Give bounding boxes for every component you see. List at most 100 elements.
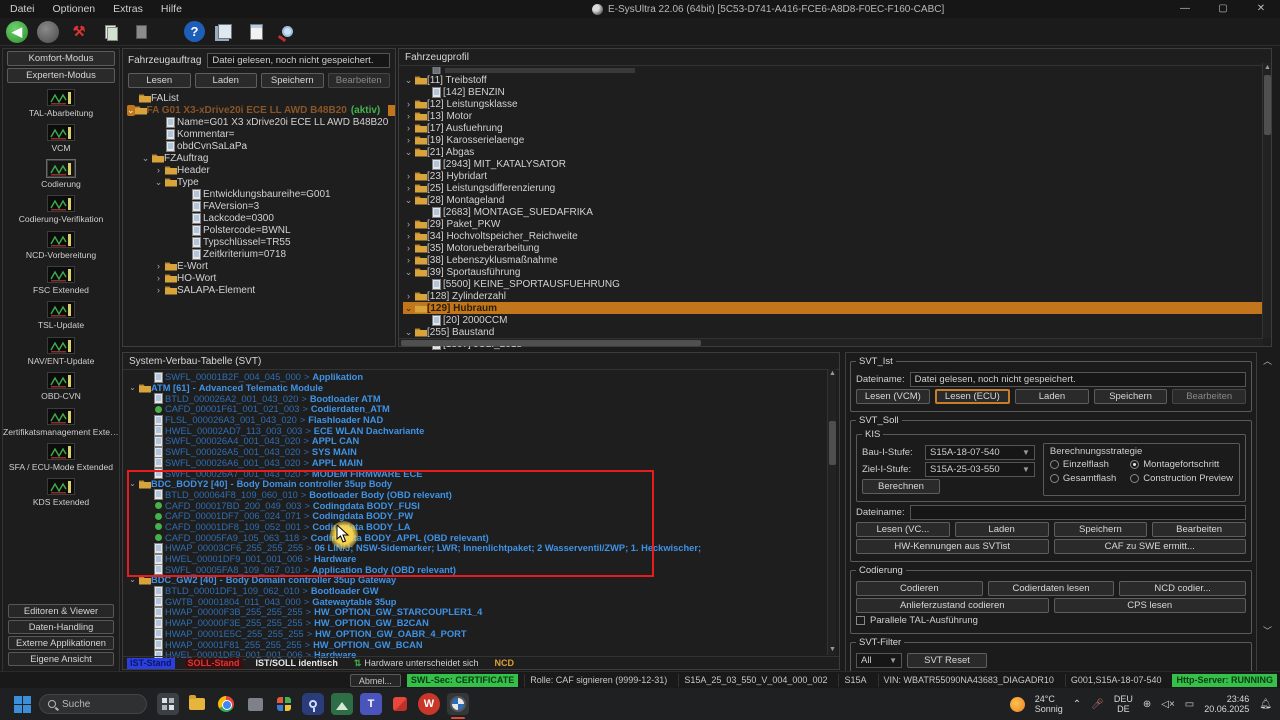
svt-row[interactable]: HWAP_00000F3B_255_255_255>HW_OPTION_GW_S…	[127, 607, 839, 618]
svt-row[interactable]: ⌄BDC_BODY2 [40]-Body Domain controller 3…	[127, 479, 839, 490]
scroll-up-icon[interactable]: ▲	[828, 369, 837, 379]
taskbar-red-w-app[interactable]: W	[418, 693, 440, 715]
svt-row[interactable]: ⌄ATM [61]-Advanced Telematic Module	[127, 383, 839, 394]
fa-tree-row[interactable]: ›SALAPA-Element	[127, 284, 395, 296]
fa-tree-row[interactable]: obdCvnSaLaPa	[127, 140, 395, 152]
profile-tree-row[interactable]	[403, 67, 1271, 74]
fa-tree-row[interactable]: Lackcode=0300	[127, 212, 395, 224]
svt-row[interactable]: HWAP_00001F81_255_255_255>HW_OPTION_GW_B…	[127, 639, 839, 650]
svt-row[interactable]: SWFL_000026A5_001_043_020>SYS MAIN	[127, 447, 839, 458]
radio-gesamtflash[interactable]: Gesamtflash	[1050, 473, 1116, 484]
collapse-icon[interactable]: ⌄	[403, 327, 414, 337]
svt-ist-dateiname-field[interactable]: Datei gelesen, noch nicht gespeichert.	[910, 372, 1246, 387]
sidebar-item-ncd-vorbereitung[interactable]: NCD-Vorbereitung	[3, 231, 119, 266]
weather-widget[interactable]: 24°CSonnig	[1035, 694, 1063, 715]
ziel-i-stufe-select[interactable]: S15A-25-03-550▼	[925, 462, 1035, 477]
connection-icon[interactable]: ⚒	[68, 21, 90, 43]
taskbar-chrome[interactable]	[215, 693, 237, 715]
editor-icon[interactable]	[245, 21, 267, 43]
fa-tree-row[interactable]: FAList	[127, 92, 395, 104]
fa-tree-row[interactable]: ⌄FA G01 X3-xDrive20i ECE LL AWD B48B20(a…	[127, 104, 395, 116]
profile-tree-row[interactable]: ›[12] Leistungsklasse	[403, 98, 1271, 110]
mode-button-komfort-modus[interactable]: Komfort-Modus	[7, 51, 115, 66]
mode-button-experten-modus[interactable]: Experten-Modus	[7, 68, 115, 83]
expand-icon[interactable]: ›	[153, 273, 164, 283]
svt-row[interactable]: CAFD_00001DF8_109_052_001>Codingdata BOD…	[127, 522, 839, 533]
fa-tree-row[interactable]: ⌄Type	[127, 176, 395, 188]
collapse-icon[interactable]: ⌄	[403, 75, 414, 85]
profile-tree-row[interactable]: ›[34] Hochvoltspeicher_Reichweite	[403, 230, 1271, 242]
profile-tree-row[interactable]: ⌄[255] Baustand	[403, 326, 1271, 338]
help-icon[interactable]: ?	[184, 21, 205, 42]
profile-tree-row[interactable]: ⌄[28] Montageland	[403, 194, 1271, 206]
profile-tree-row[interactable]: [5500] KEINE_SPORTAUSFUEHRUNG	[403, 278, 1271, 290]
expand-icon[interactable]: ›	[403, 171, 414, 181]
start-button[interactable]	[14, 696, 31, 713]
fa-tree-row[interactable]: ›Header	[127, 164, 395, 176]
sidebar-item-obd-cvn[interactable]: OBD-CVN	[3, 372, 119, 407]
sidebar-item-tal-abarbeitung[interactable]: TAL-Abarbeitung	[3, 89, 119, 124]
taskbar-gray-app[interactable]	[244, 693, 266, 715]
collapse-icon[interactable]: ⌄	[153, 177, 164, 187]
profile-tree-row[interactable]: ⌄[21] Abgas	[403, 146, 1271, 158]
volume-muted-icon[interactable]: ◁×	[1161, 699, 1175, 710]
lesen-button[interactable]: Lesen	[128, 73, 191, 88]
laden-button[interactable]: Laden	[1015, 389, 1089, 404]
profile-tree-row[interactable]: ›[13] Motor	[403, 110, 1271, 122]
expand-icon[interactable]: ›	[403, 183, 414, 193]
expand-icon[interactable]: ›	[403, 243, 414, 253]
sidebar-item-vcm[interactable]: VCM	[3, 124, 119, 159]
cps-lesen-button[interactable]: CPS lesen	[1054, 598, 1247, 613]
profile-tree-row[interactable]: [142] BENZIN	[403, 86, 1271, 98]
collapse-icon[interactable]: ⌄	[127, 383, 138, 393]
svt-reset-button[interactable]: SVT Reset	[907, 653, 987, 668]
network-icon[interactable]: ⊕	[1143, 699, 1151, 710]
fa-tree-row[interactable]: Polstercode=BWNL	[127, 224, 395, 236]
svt-row[interactable]: SWFL_000026A6_001_043_020>APPL MAIN	[127, 458, 839, 469]
taskbar-grid-app[interactable]	[157, 693, 179, 715]
svt-row[interactable]: SWFL_00005FA8_109_067_010>Application Bo…	[127, 564, 839, 575]
profile-tree-row[interactable]: ⌄[11] Treibstoff	[403, 74, 1271, 86]
lesen-ecu--button[interactable]: Lesen (ECU)	[935, 389, 1011, 404]
fahrzeugauftrag-field[interactable]: Datei gelesen, noch nicht gespeichert.	[207, 53, 390, 68]
scroll-up-icon[interactable]: ▲	[1263, 63, 1272, 73]
profile-tree-row[interactable]: ⌄[39] Sportausführung	[403, 266, 1271, 278]
sidebar-item-kds-extended[interactable]: KDS Extended	[3, 478, 119, 513]
collapse-icon[interactable]: ⌄	[403, 267, 414, 277]
profile-tree-row[interactable]: ›[29] Paket_PKW	[403, 218, 1271, 230]
back-icon[interactable]: ◀	[6, 21, 28, 43]
svt-row[interactable]: HWEL_00001DF9_001_001_006>Hardware	[127, 554, 839, 565]
tray-expand-icon[interactable]: ⌃	[1073, 699, 1081, 710]
language-indicator[interactable]: DEUDE	[1114, 694, 1133, 715]
svt-vertical-scrollbar[interactable]: ▲ ▼	[827, 369, 836, 655]
profile-tree-row[interactable]: [2683] MONTAGE_SUEDAFRIKA	[403, 206, 1271, 218]
profile-tree-row[interactable]: [2943] MIT_KATALYSATOR	[403, 158, 1271, 170]
collapse-icon[interactable]: ⌄	[127, 105, 135, 116]
minimize-button[interactable]: —	[1166, 0, 1204, 18]
collapse-icon[interactable]: ⌄	[127, 575, 138, 585]
fa-tree-row[interactable]: Name=G01 X3 xDrive20i ECE LL AWD B48B20	[127, 116, 395, 128]
microphone-icon[interactable]: 🎤︎	[1091, 699, 1104, 710]
profile-tree-row[interactable]: ›[128] Zylinderzahl	[403, 290, 1271, 302]
svt-row[interactable]: HWEL_00002AD7_113_003_003>ECE WLAN Dachv…	[127, 425, 839, 436]
collapse-icon[interactable]: ⌄	[403, 195, 414, 205]
bearbeiten-button[interactable]: Bearbeiten	[328, 73, 391, 88]
sidebar-button-eigene-ansicht[interactable]: Eigene Ansicht	[8, 652, 114, 666]
svt-row[interactable]: HWAP_00000F3E_255_255_255>HW_OPTION_GW_B…	[127, 618, 839, 629]
svt-row[interactable]: HWAP_00003CF6_255_255_255>06 LIN/J; NSW-…	[127, 543, 839, 554]
scroll-down-icon[interactable]: ▼	[828, 645, 837, 655]
laden-button[interactable]: Laden	[195, 73, 258, 88]
menu-extras[interactable]: Extras	[113, 3, 143, 15]
radio-montagefortschritt[interactable]: Montagefortschritt	[1130, 459, 1233, 470]
collapse-icon[interactable]: ⌄	[127, 479, 138, 489]
profile-horizontal-scrollbar[interactable]	[399, 338, 1263, 346]
expand-icon[interactable]: ›	[403, 99, 414, 109]
fa-tree-row[interactable]: Entwicklungsbaureihe=G001	[127, 188, 395, 200]
svt-row[interactable]: BTLD_000026A2_001_043_020>Bootloader ATM	[127, 393, 839, 404]
taskbar-file-explorer[interactable]	[186, 693, 208, 715]
collapse-icon[interactable]: ⌄	[403, 303, 414, 313]
parallele-tal-checkbox[interactable]: Parallele TAL-Ausführung	[856, 615, 1246, 626]
svt-row[interactable]: BTLD_00001DF1_109_062_010>Bootloader GW	[127, 586, 839, 597]
svt-soll-dateiname-field[interactable]	[910, 505, 1246, 520]
sidebar-item-fsc-extended[interactable]: FSC Extended	[3, 266, 119, 301]
